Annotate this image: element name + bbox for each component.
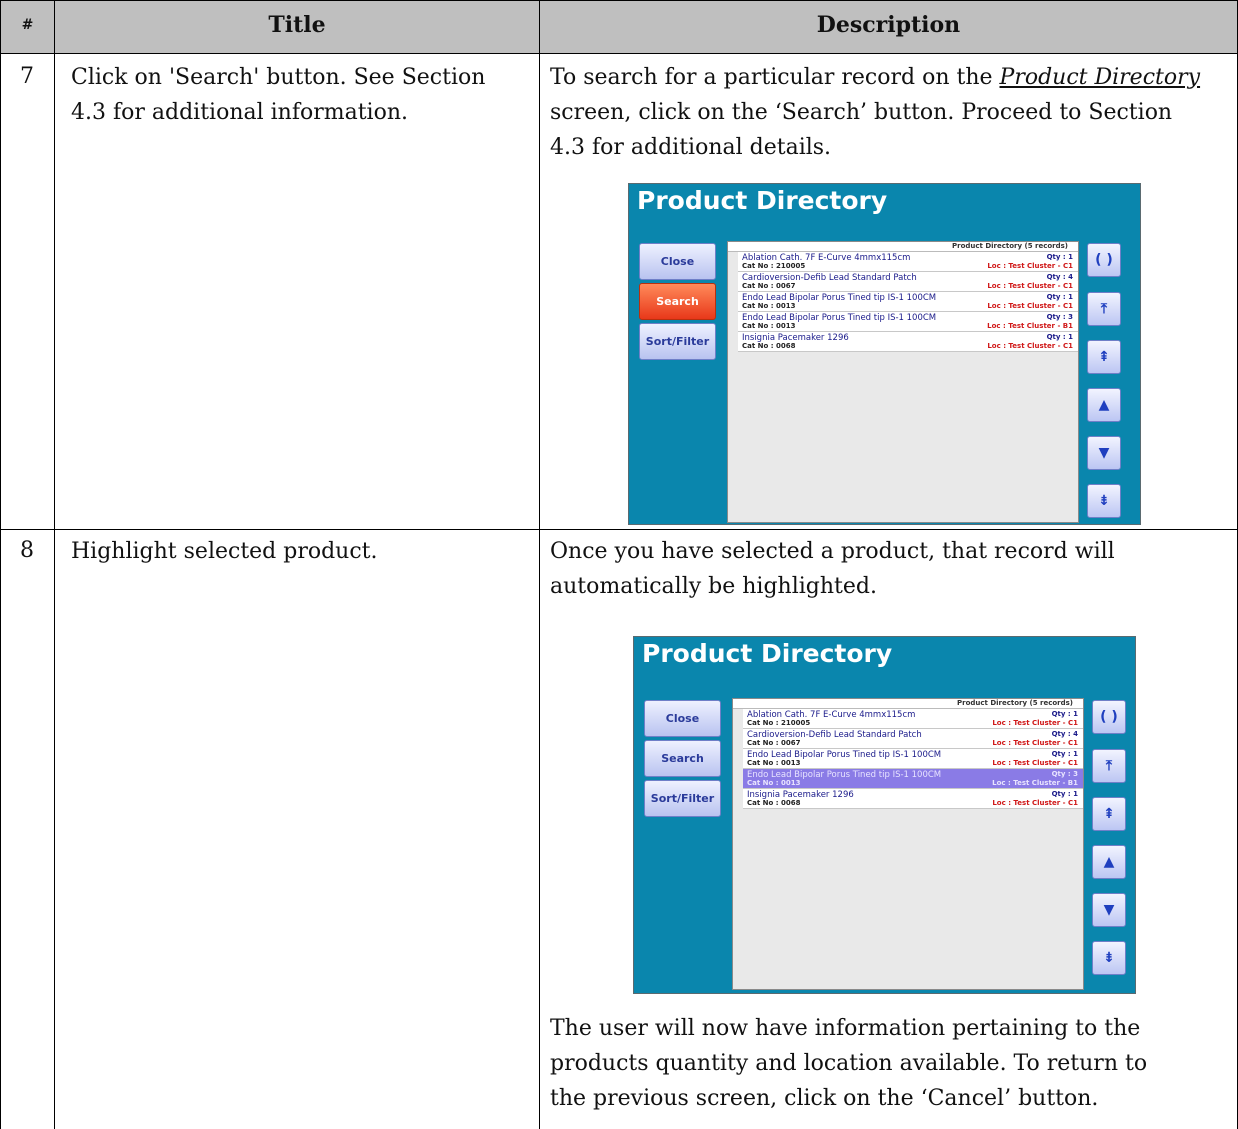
title-line: Click on 'Search' button. See Section xyxy=(71,65,486,90)
record-row[interactable]: Insignia Pacemaker 1296 Qty : 1 Cat No : 0… xyxy=(738,332,1078,352)
screen-title: Product Directory xyxy=(642,639,893,668)
title-line: Highlight selected product. xyxy=(71,539,378,564)
search-button[interactable]: Search xyxy=(644,740,721,777)
row-description: Once you have selected a product, that r… xyxy=(550,534,1235,604)
search-button[interactable]: Search xyxy=(639,283,716,320)
close-button[interactable]: Close xyxy=(639,243,716,280)
table-line xyxy=(0,529,1238,530)
records-grid[interactable]: Product Directory (5 records) Ablation C… xyxy=(727,241,1079,523)
table-line xyxy=(0,53,1238,54)
grid-header: Product Directory (5 records) xyxy=(733,699,1083,709)
product-directory-ref: Product Directory xyxy=(999,65,1201,90)
desc-line: The user will now have information perta… xyxy=(550,1016,1141,1041)
table-line xyxy=(0,0,1,1129)
grid-header: Product Directory (5 records) xyxy=(728,242,1078,252)
up-icon[interactable]: ▲ xyxy=(1087,388,1121,422)
record-row-selected[interactable]: Endo Lead Bipolar Porus Tined tip IS-1 1… xyxy=(743,769,1083,789)
desc-line: the previous screen, click on the ‘Cance… xyxy=(550,1086,1099,1111)
down-icon[interactable]: ▼ xyxy=(1092,893,1126,927)
table-line xyxy=(54,0,55,1129)
desc-line: automatically be highlighted. xyxy=(550,574,877,599)
page-down-icon[interactable]: ⇟ xyxy=(1087,484,1121,518)
page-up-icon[interactable]: ⇞ xyxy=(1092,797,1126,831)
document-page: # Title Description 7 Click on 'Search' … xyxy=(0,0,1238,1129)
first-icon[interactable]: ⤒ xyxy=(1087,292,1121,326)
page-down-icon[interactable]: ⇟ xyxy=(1092,941,1126,975)
record-row[interactable]: Endo Lead Bipolar Porus Tined tip IS-1 1… xyxy=(738,292,1078,312)
desc-line: Once you have selected a product, that r… xyxy=(550,539,1115,564)
table-line xyxy=(0,0,1238,1)
header-description: Description xyxy=(816,12,961,38)
close-button[interactable]: Close xyxy=(644,700,721,737)
row-description: To search for a particular record on the… xyxy=(550,60,1235,165)
record-row[interactable]: Ablation Cath. 7F E-Curve 4mmx115cm Qty :… xyxy=(738,252,1078,272)
desc-line: 4.3 for additional details. xyxy=(550,135,832,160)
row-number: 7 xyxy=(20,64,34,89)
page-up-icon[interactable]: ⇞ xyxy=(1087,340,1121,374)
record-row[interactable]: Endo Lead Bipolar Porus Tined tip IS-1 1… xyxy=(738,312,1078,332)
screen-title: Product Directory xyxy=(637,186,888,215)
record-row[interactable]: Cardioversion-Defib Lead Standard Patch Q… xyxy=(743,729,1083,749)
record-row[interactable]: Endo Lead Bipolar Porus Tined tip IS-1 1… xyxy=(743,749,1083,769)
record-row[interactable]: Ablation Cath. 7F E-Curve 4mmx115cm Qty :… xyxy=(743,709,1083,729)
desc-text: To search for a particular record on the xyxy=(550,65,1000,90)
title-line: 4.3 for additional information. xyxy=(71,100,409,125)
records-grid[interactable]: Product Directory (5 records) Ablation C… xyxy=(732,698,1084,990)
desc-line: products quantity and location available… xyxy=(550,1051,1148,1076)
refresh-icon[interactable]: ( ) xyxy=(1087,243,1121,277)
row-title: Highlight selected product. xyxy=(71,534,378,569)
table-line xyxy=(539,0,540,1129)
product-directory-screenshot: Product Directory Close Search Sort/Filt… xyxy=(628,183,1141,525)
refresh-icon[interactable]: ( ) xyxy=(1092,700,1126,734)
row-title: Click on 'Search' button. See Section 4.… xyxy=(71,60,485,130)
header-num: # xyxy=(21,17,34,33)
record-row[interactable]: Cardioversion-Defib Lead Standard Patch Q… xyxy=(738,272,1078,292)
up-icon[interactable]: ▲ xyxy=(1092,845,1126,879)
record-row[interactable]: Insignia Pacemaker 1296 Qty : 1 Cat No : 0… xyxy=(743,789,1083,809)
row-number: 8 xyxy=(20,538,34,563)
product-directory-screenshot-highlighted: Product Directory Close Search Sort/Filt… xyxy=(633,636,1136,994)
desc-line: screen, click on the ‘Search’ button. Pr… xyxy=(550,100,1173,125)
first-icon[interactable]: ⤒ xyxy=(1092,749,1126,783)
sort-filter-button[interactable]: Sort/Filter xyxy=(644,780,721,817)
row-description-continued: The user will now have information perta… xyxy=(550,1011,1235,1116)
sort-filter-button[interactable]: Sort/Filter xyxy=(639,323,716,360)
desc-line: To search for a particular record on the… xyxy=(550,60,1235,95)
header-title: Title xyxy=(268,12,326,38)
down-icon[interactable]: ▼ xyxy=(1087,436,1121,470)
